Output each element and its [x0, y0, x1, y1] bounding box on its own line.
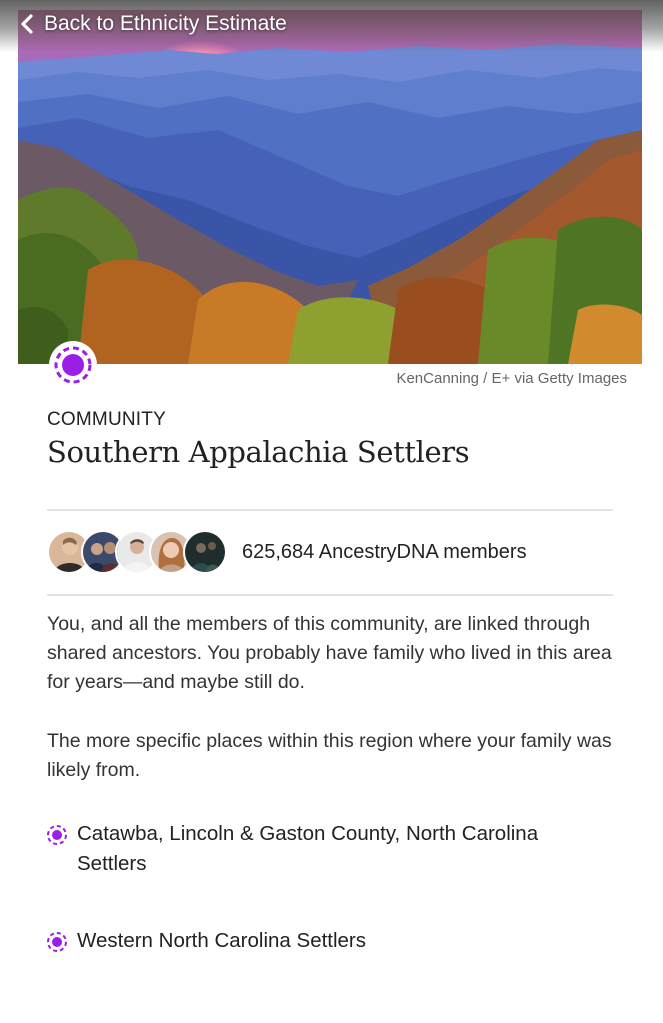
photo-credit: KenCanning / E+ via Getty Images: [396, 370, 627, 387]
region-dot-icon: [45, 930, 69, 954]
member-avatars: [47, 530, 227, 574]
community-dot-icon: [49, 341, 97, 389]
region-link-western-north-carolina[interactable]: Western North Carolina Settlers: [45, 926, 605, 956]
divider: [47, 594, 613, 596]
region-label: Catawba, Lincoln & Gaston County, North …: [77, 822, 539, 875]
page-title: Southern Appalachia Settlers: [47, 435, 470, 469]
avatar: [183, 530, 227, 574]
community-kicker: COMMUNITY: [47, 409, 166, 430]
back-link-label: Back to Ethnicity Estimate: [44, 12, 287, 35]
divider: [47, 509, 613, 511]
regions-intro: The more specific places within this reg…: [47, 730, 612, 781]
community-description: You, and all the members of this communi…: [47, 613, 612, 693]
members-row[interactable]: 625,684 AncestryDNA members: [47, 529, 527, 575]
back-to-ethnicity-estimate-link[interactable]: Back to Ethnicity Estimate: [20, 10, 287, 38]
hero-image: [18, 10, 642, 364]
region-link-catawba-lincoln-gaston[interactable]: Catawba, Lincoln & Gaston County, North …: [45, 819, 605, 879]
chevron-left-icon: [20, 14, 34, 34]
region-dot-icon: [45, 823, 69, 847]
mountain-landscape-image: [18, 10, 642, 364]
members-count: 625,684 AncestryDNA members: [242, 540, 527, 563]
region-label: Western North Carolina Settlers: [77, 929, 367, 952]
